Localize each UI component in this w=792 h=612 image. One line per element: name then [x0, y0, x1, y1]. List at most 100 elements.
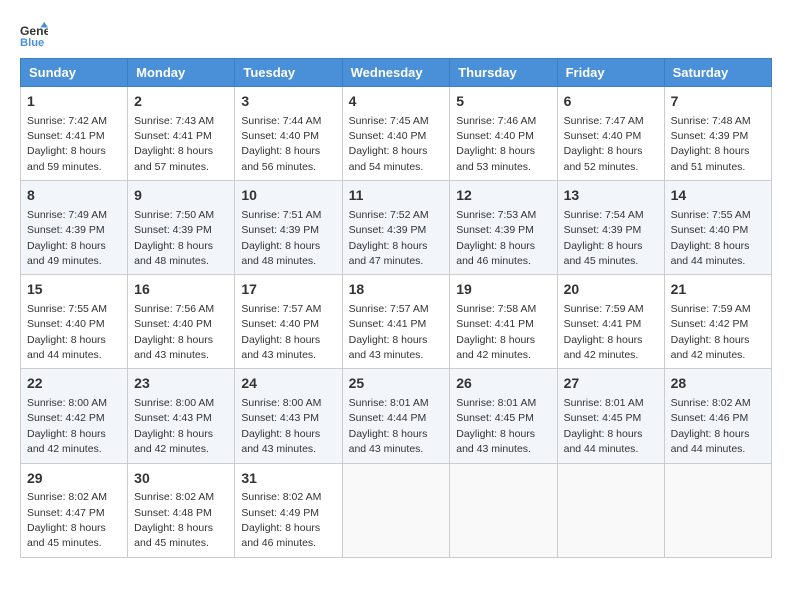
sunrise-info: Sunrise: 7:55 AM [27, 303, 107, 315]
calendar-cell: 5 Sunrise: 7:46 AM Sunset: 4:40 PM Dayli… [450, 87, 557, 181]
sunset-info: Sunset: 4:45 PM [564, 412, 642, 424]
day-number: 30 [134, 469, 228, 489]
daylight-info: Daylight: 8 hours and 51 minutes. [671, 145, 750, 172]
calendar-cell: 26 Sunrise: 8:01 AM Sunset: 4:45 PM Dayl… [450, 369, 557, 463]
daylight-info: Daylight: 8 hours and 57 minutes. [134, 145, 213, 172]
day-number: 22 [27, 374, 121, 394]
daylight-info: Daylight: 8 hours and 43 minutes. [349, 428, 428, 455]
sunset-info: Sunset: 4:42 PM [671, 318, 749, 330]
day-number: 7 [671, 92, 765, 112]
day-number: 5 [456, 92, 550, 112]
sunrise-info: Sunrise: 8:02 AM [134, 491, 214, 503]
calendar-cell: 7 Sunrise: 7:48 AM Sunset: 4:39 PM Dayli… [664, 87, 771, 181]
sunrise-info: Sunrise: 7:46 AM [456, 115, 536, 127]
day-number: 11 [349, 186, 444, 206]
calendar-cell: 10 Sunrise: 7:51 AM Sunset: 4:39 PM Dayl… [235, 181, 342, 275]
page-header: General Blue [20, 20, 772, 48]
sunrise-info: Sunrise: 7:47 AM [564, 115, 644, 127]
sunset-info: Sunset: 4:44 PM [349, 412, 427, 424]
daylight-info: Daylight: 8 hours and 46 minutes. [241, 522, 320, 549]
sunrise-info: Sunrise: 7:51 AM [241, 209, 321, 221]
daylight-info: Daylight: 8 hours and 44 minutes. [564, 428, 643, 455]
sunset-info: Sunset: 4:41 PM [456, 318, 534, 330]
day-number: 26 [456, 374, 550, 394]
sunset-info: Sunset: 4:41 PM [349, 318, 427, 330]
calendar-cell: 20 Sunrise: 7:59 AM Sunset: 4:41 PM Dayl… [557, 275, 664, 369]
sunrise-info: Sunrise: 7:55 AM [671, 209, 751, 221]
weekday-header-wednesday: Wednesday [342, 59, 450, 87]
daylight-info: Daylight: 8 hours and 42 minutes. [564, 334, 643, 361]
sunset-info: Sunset: 4:40 PM [241, 130, 319, 142]
day-number: 15 [27, 280, 121, 300]
day-number: 3 [241, 92, 335, 112]
daylight-info: Daylight: 8 hours and 42 minutes. [27, 428, 106, 455]
calendar-cell: 19 Sunrise: 7:58 AM Sunset: 4:41 PM Dayl… [450, 275, 557, 369]
sunset-info: Sunset: 4:41 PM [564, 318, 642, 330]
calendar-table: SundayMondayTuesdayWednesdayThursdayFrid… [20, 58, 772, 558]
calendar-cell [342, 463, 450, 557]
calendar-cell: 16 Sunrise: 7:56 AM Sunset: 4:40 PM Dayl… [128, 275, 235, 369]
daylight-info: Daylight: 8 hours and 49 minutes. [27, 240, 106, 267]
sunset-info: Sunset: 4:49 PM [241, 507, 319, 519]
sunset-info: Sunset: 4:40 PM [564, 130, 642, 142]
daylight-info: Daylight: 8 hours and 44 minutes. [671, 240, 750, 267]
calendar-cell: 18 Sunrise: 7:57 AM Sunset: 4:41 PM Dayl… [342, 275, 450, 369]
calendar-cell: 30 Sunrise: 8:02 AM Sunset: 4:48 PM Dayl… [128, 463, 235, 557]
sunrise-info: Sunrise: 8:02 AM [27, 491, 107, 503]
sunrise-info: Sunrise: 7:56 AM [134, 303, 214, 315]
day-number: 8 [27, 186, 121, 206]
calendar-cell: 2 Sunrise: 7:43 AM Sunset: 4:41 PM Dayli… [128, 87, 235, 181]
daylight-info: Daylight: 8 hours and 56 minutes. [241, 145, 320, 172]
sunset-info: Sunset: 4:47 PM [27, 507, 105, 519]
calendar-cell: 17 Sunrise: 7:57 AM Sunset: 4:40 PM Dayl… [235, 275, 342, 369]
calendar-cell: 4 Sunrise: 7:45 AM Sunset: 4:40 PM Dayli… [342, 87, 450, 181]
sunrise-info: Sunrise: 7:57 AM [241, 303, 321, 315]
sunrise-info: Sunrise: 7:49 AM [27, 209, 107, 221]
day-number: 13 [564, 186, 658, 206]
daylight-info: Daylight: 8 hours and 48 minutes. [241, 240, 320, 267]
day-number: 14 [671, 186, 765, 206]
calendar-cell: 25 Sunrise: 8:01 AM Sunset: 4:44 PM Dayl… [342, 369, 450, 463]
sunset-info: Sunset: 4:42 PM [27, 412, 105, 424]
weekday-header-thursday: Thursday [450, 59, 557, 87]
calendar-cell: 1 Sunrise: 7:42 AM Sunset: 4:41 PM Dayli… [21, 87, 128, 181]
sunset-info: Sunset: 4:39 PM [671, 130, 749, 142]
sunrise-info: Sunrise: 7:52 AM [349, 209, 429, 221]
calendar-cell: 15 Sunrise: 7:55 AM Sunset: 4:40 PM Dayl… [21, 275, 128, 369]
day-number: 18 [349, 280, 444, 300]
sunset-info: Sunset: 4:45 PM [456, 412, 534, 424]
sunrise-info: Sunrise: 7:50 AM [134, 209, 214, 221]
sunrise-info: Sunrise: 8:01 AM [349, 397, 429, 409]
daylight-info: Daylight: 8 hours and 59 minutes. [27, 145, 106, 172]
calendar-cell: 27 Sunrise: 8:01 AM Sunset: 4:45 PM Dayl… [557, 369, 664, 463]
sunset-info: Sunset: 4:39 PM [241, 224, 319, 236]
sunrise-info: Sunrise: 7:48 AM [671, 115, 751, 127]
calendar-cell: 24 Sunrise: 8:00 AM Sunset: 4:43 PM Dayl… [235, 369, 342, 463]
calendar-cell: 31 Sunrise: 8:02 AM Sunset: 4:49 PM Dayl… [235, 463, 342, 557]
day-number: 12 [456, 186, 550, 206]
logo-icon: General Blue [20, 20, 48, 48]
day-number: 29 [27, 469, 121, 489]
daylight-info: Daylight: 8 hours and 42 minutes. [456, 334, 535, 361]
day-number: 4 [349, 92, 444, 112]
calendar-cell: 13 Sunrise: 7:54 AM Sunset: 4:39 PM Dayl… [557, 181, 664, 275]
weekday-header-saturday: Saturday [664, 59, 771, 87]
sunrise-info: Sunrise: 7:53 AM [456, 209, 536, 221]
day-number: 2 [134, 92, 228, 112]
day-number: 28 [671, 374, 765, 394]
sunrise-info: Sunrise: 8:02 AM [671, 397, 751, 409]
calendar-cell: 9 Sunrise: 7:50 AM Sunset: 4:39 PM Dayli… [128, 181, 235, 275]
sunrise-info: Sunrise: 8:01 AM [564, 397, 644, 409]
sunset-info: Sunset: 4:40 PM [27, 318, 105, 330]
daylight-info: Daylight: 8 hours and 48 minutes. [134, 240, 213, 267]
daylight-info: Daylight: 8 hours and 54 minutes. [349, 145, 428, 172]
weekday-header-sunday: Sunday [21, 59, 128, 87]
day-number: 17 [241, 280, 335, 300]
logo: General Blue [20, 20, 52, 48]
sunset-info: Sunset: 4:39 PM [134, 224, 212, 236]
calendar-cell [557, 463, 664, 557]
sunset-info: Sunset: 4:39 PM [564, 224, 642, 236]
daylight-info: Daylight: 8 hours and 42 minutes. [134, 428, 213, 455]
daylight-info: Daylight: 8 hours and 45 minutes. [134, 522, 213, 549]
daylight-info: Daylight: 8 hours and 45 minutes. [27, 522, 106, 549]
